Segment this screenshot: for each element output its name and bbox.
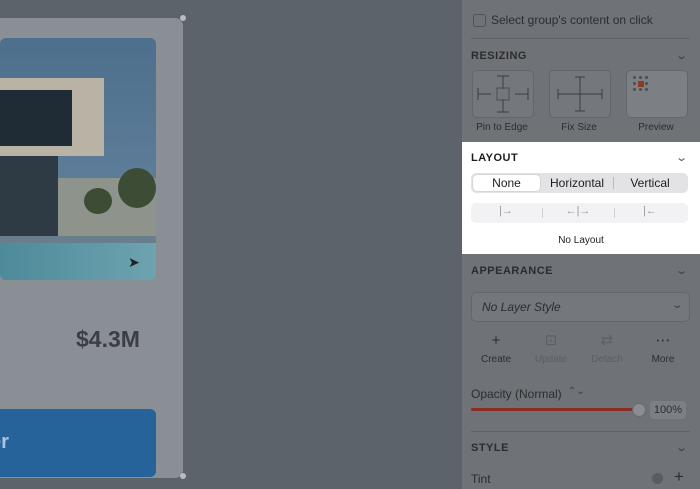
opacity-slider-track[interactable] [471,408,641,411]
property-card[interactable]: $4.3M h er [0,18,183,478]
preview-dot [645,82,648,85]
resizing-preview [626,70,688,118]
preview-dot [645,76,648,79]
preview-dot [645,88,648,91]
preview-dot [633,76,636,79]
preview-dot [633,82,636,85]
tint-info-icon[interactable] [652,473,663,484]
detach-style-button[interactable]: ⇄ Detach [584,332,630,365]
mouse-cursor-icon: ➤ [128,254,140,270]
select-group-content-checkbox[interactable] [473,14,486,27]
detach-icon: ⇄ [600,332,614,349]
opacity-value-field[interactable]: 100% [650,401,686,419]
update-style-button[interactable]: ⊡ Update [528,332,574,365]
align-separator [614,208,615,218]
cta-button[interactable]: er [0,409,156,477]
align-separator [542,208,543,218]
layout-segmented-control: None Horizontal Vertical [471,173,688,193]
more-icon: ⋯ [655,332,671,349]
update-icon: ⊡ [544,332,558,349]
pin-to-edge-icon [477,75,529,113]
detach-style-label: Detach [591,354,623,365]
fix-size-option[interactable] [549,70,611,118]
resizing-chevron-down-icon[interactable]: ⌄ [675,49,688,62]
inspector-panel: Select group's content on click RESIZING… [462,0,700,489]
resizing-section-title: RESIZING [471,50,527,62]
plus-icon: + [491,332,501,349]
blend-mode-stepper-icon[interactable]: ⌃⌄ [568,386,585,397]
align-center-icon[interactable]: ←|→ [563,205,593,217]
layout-section-title: LAYOUT [471,152,519,164]
preview-dot [639,76,642,79]
align-end-icon[interactable]: |← [635,205,665,217]
layout-option-horizontal[interactable]: Horizontal [541,173,613,193]
more-style-label: More [651,354,675,365]
style-chevron-down-icon[interactable]: ⌄ [675,441,688,454]
divider [471,431,690,432]
layout-chevron-down-icon[interactable]: ⌄ [675,151,688,164]
design-canvas[interactable]: $4.3M h er ➤ [0,0,462,489]
opacity-slider-knob[interactable] [632,403,646,417]
layout-section: LAYOUT ⌄ None Horizontal Vertical |→ ←|→… [462,142,700,254]
tree [118,168,156,208]
cta-button-label: er [0,431,9,453]
tint-label: Tint [471,472,491,486]
pin-to-edge-label: Pin to Edge [476,122,528,133]
align-start-icon[interactable]: |→ [491,205,521,217]
update-style-label: Update [534,354,568,365]
layout-option-none[interactable]: None [473,175,540,191]
style-section-title: STYLE [471,442,509,454]
listing-price: $4.3M [76,326,140,352]
more-style-button[interactable]: ⋯ More [640,332,686,365]
layer-style-dropdown[interactable]: No Layer Style ⌄ [471,292,690,322]
house-window [0,90,72,146]
layout-option-vertical[interactable]: Vertical [614,173,686,193]
selection-handle[interactable] [180,473,186,479]
layout-alignment-bar: |→ ←|→ |← [471,203,688,223]
fix-size-icon [557,76,603,112]
layer-style-value: No Layer Style [482,300,561,314]
preview-square [638,81,644,87]
preview-label: Preview [638,122,674,133]
house-lower-floor [0,156,58,236]
tree [84,188,112,214]
layout-status: No Layout [558,235,604,246]
appearance-section-title: APPEARANCE [471,265,554,277]
preview-dot [633,88,636,91]
select-group-content-label: Select group's content on click [491,13,653,27]
opacity-label[interactable]: Opacity (Normal) [471,387,562,401]
preview-dot [639,88,642,91]
selection-handle[interactable] [180,15,186,21]
add-tint-icon[interactable]: + [674,467,684,487]
appearance-chevron-down-icon[interactable]: ⌄ [675,264,688,277]
layer-style-chevron-down-icon: ⌄ [670,300,683,311]
create-style-label: Create [480,354,511,365]
house-photo [0,38,156,280]
pin-to-edge-option[interactable] [472,70,534,118]
create-style-button[interactable]: + Create [473,332,519,365]
divider [471,38,690,39]
fix-size-label: Fix Size [561,122,597,133]
